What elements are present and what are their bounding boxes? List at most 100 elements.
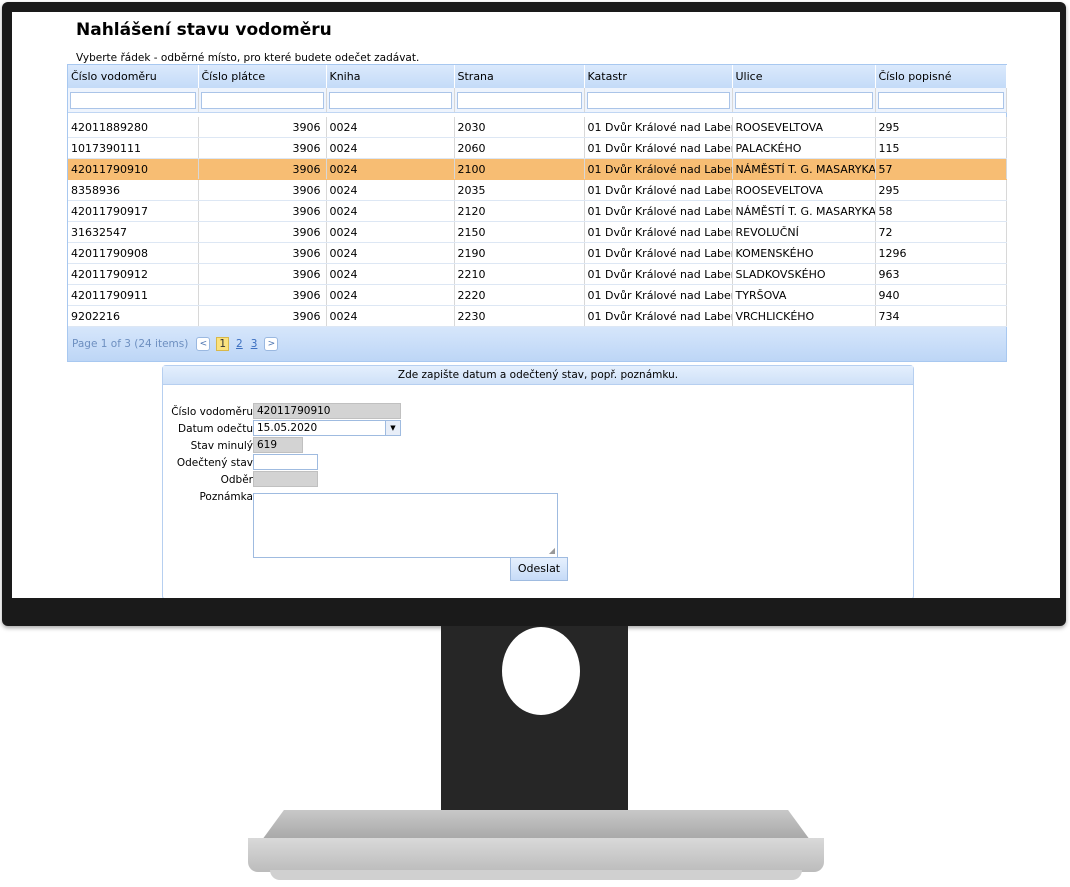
cell-cislo: 42011790917 bbox=[68, 200, 199, 222]
cell-platce: 3906 bbox=[198, 263, 327, 285]
cell-cislo: 42011889280 bbox=[68, 117, 199, 138]
cell-strana: 2210 bbox=[454, 263, 585, 285]
column-filter-input[interactable] bbox=[877, 91, 1004, 109]
table-row[interactable]: 9202216 3906 0024 2230 01 Dvůr Králové nad L… bbox=[68, 305, 1007, 327]
cell-katastr: 01 Dvůr Králové nad Labem bbox=[584, 200, 733, 222]
cell-popisne: 295 bbox=[875, 179, 1007, 201]
cell-popisne: 57 bbox=[875, 158, 1007, 180]
cell-platce: 3906 bbox=[198, 137, 327, 159]
pager-next-button[interactable]: > bbox=[264, 337, 279, 351]
pager-page-current[interactable]: 1 bbox=[216, 337, 230, 351]
column-header[interactable]: Katastr bbox=[584, 65, 733, 88]
cell-ulice: ROOSEVELTOVA bbox=[732, 117, 876, 138]
monitor-stand-base-front bbox=[248, 838, 824, 872]
cell-katastr: 01 Dvůr Králové nad Labem bbox=[584, 221, 733, 243]
table-row[interactable]: 42011790912 3906 0024 2210 01 Dvůr Králové n… bbox=[68, 263, 1007, 285]
resize-grip-icon[interactable]: ◢ bbox=[549, 546, 555, 555]
label-poznamka: Poznámka bbox=[199, 491, 253, 503]
column-header[interactable]: Číslo popisné bbox=[875, 65, 1007, 88]
cell-popisne: 734 bbox=[875, 305, 1007, 327]
screen: Nahlášení stavu vodoměru Vyberte řádek -… bbox=[12, 12, 1060, 598]
cell-ulice: TYRŠOVA bbox=[732, 284, 876, 306]
table-row[interactable]: 1017390111 3906 0024 2060 01 Dvůr Králové na… bbox=[68, 137, 1007, 159]
cell-ulice: REVOLUČNÍ bbox=[732, 221, 876, 243]
chevron-left-icon: < bbox=[199, 339, 208, 349]
cell-cislo: 42011790911 bbox=[68, 284, 199, 306]
pager-summary: Page 1 of 3 (24 items) bbox=[72, 338, 189, 350]
cislo-vodomeru-field: 42011790910 bbox=[253, 403, 401, 419]
meter-grid: Číslo vodoměru Číslo plátce Kniha Strana Kat… bbox=[67, 64, 1007, 362]
column-header[interactable]: Číslo vodoměru bbox=[68, 65, 199, 88]
column-filter-input[interactable] bbox=[456, 91, 582, 109]
poznamka-textarea[interactable]: ◢ bbox=[253, 493, 558, 558]
column-filter-input[interactable] bbox=[586, 91, 730, 109]
cell-strana: 2030 bbox=[454, 117, 585, 138]
cell-cislo: 42011790908 bbox=[68, 242, 199, 264]
cell-strana: 2035 bbox=[454, 179, 585, 201]
cell-platce: 3906 bbox=[198, 200, 327, 222]
pager-page-3[interactable]: 3 bbox=[251, 338, 258, 350]
filter-row bbox=[68, 88, 1007, 113]
cell-katastr: 01 Dvůr Králové nad Labem bbox=[584, 242, 733, 264]
cell-kniha: 0024 bbox=[326, 221, 455, 243]
cell-cislo: 42011790912 bbox=[68, 263, 199, 285]
cell-strana: 2100 bbox=[454, 158, 585, 180]
column-filter-input[interactable] bbox=[70, 91, 196, 109]
column-header[interactable]: Kniha bbox=[326, 65, 455, 88]
cell-popisne: 295 bbox=[875, 117, 1007, 138]
cell-katastr: 01 Dvůr Králové nad Labem bbox=[584, 263, 733, 285]
label-cislo-vodomeru: Číslo vodoměru bbox=[171, 406, 253, 418]
monitor-bezel: Nahlášení stavu vodoměru Vyberte řádek -… bbox=[2, 2, 1066, 626]
cell-platce: 3906 bbox=[198, 242, 327, 264]
table-row[interactable]: 8358936 3906 0024 2035 01 Dvůr Králové nad L… bbox=[68, 179, 1007, 201]
cell-platce: 3906 bbox=[198, 305, 327, 327]
column-header[interactable]: Strana bbox=[454, 65, 585, 88]
cell-popisne: 72 bbox=[875, 221, 1007, 243]
cell-katastr: 01 Dvůr Králové nad Labem bbox=[584, 179, 733, 201]
submit-button[interactable]: Odeslat bbox=[510, 557, 568, 581]
cell-popisne: 963 bbox=[875, 263, 1007, 285]
table-row[interactable]: 42011790917 3906 0024 2120 01 Dvůr Králové n… bbox=[68, 200, 1007, 222]
pager-page-2[interactable]: 2 bbox=[236, 338, 243, 350]
cell-ulice: NÁMĚSTÍ T. G. MASARYKA bbox=[732, 200, 876, 222]
form-header: Zde zapište datum a odečtený stav, popř.… bbox=[163, 366, 913, 385]
monitor-stand-base-shadow bbox=[270, 870, 802, 880]
cell-kniha: 0024 bbox=[326, 263, 455, 285]
cell-strana: 2230 bbox=[454, 305, 585, 327]
cell-popisne: 940 bbox=[875, 284, 1007, 306]
stand-cable-hole bbox=[502, 627, 580, 715]
cell-ulice: PALACKÉHO bbox=[732, 137, 876, 159]
cell-platce: 3906 bbox=[198, 284, 327, 306]
cell-kniha: 0024 bbox=[326, 137, 455, 159]
datum-odectu-dropdown[interactable]: 15.05.2020 ▼ bbox=[253, 420, 401, 436]
chevron-down-icon[interactable]: ▼ bbox=[385, 421, 400, 435]
table-row[interactable]: 42011790910 3906 0024 2100 01 Dvůr Králové n… bbox=[68, 158, 1007, 180]
table-row[interactable]: 31632547 3906 0024 2150 01 Dvůr Králové nad … bbox=[68, 221, 1007, 243]
cell-ulice: KOMENSKÉHO bbox=[732, 242, 876, 264]
cell-kniha: 0024 bbox=[326, 117, 455, 138]
cell-strana: 2150 bbox=[454, 221, 585, 243]
column-header[interactable]: Číslo plátce bbox=[198, 65, 327, 88]
cell-ulice: VRCHLICKÉHO bbox=[732, 305, 876, 327]
datum-odectu-value: 15.05.2020 bbox=[257, 422, 318, 434]
cell-cislo: 31632547 bbox=[68, 221, 199, 243]
column-filter-input[interactable] bbox=[328, 91, 452, 109]
cell-katastr: 01 Dvůr Králové nad Labem bbox=[584, 284, 733, 306]
column-filter-input[interactable] bbox=[734, 91, 873, 109]
cell-strana: 2120 bbox=[454, 200, 585, 222]
table-row[interactable]: 42011889280 3906 0024 2030 01 Dvůr Králové n… bbox=[68, 117, 1007, 138]
column-filter-input[interactable] bbox=[200, 91, 324, 109]
table-row[interactable]: 42011790911 3906 0024 2220 01 Dvůr Králové n… bbox=[68, 284, 1007, 306]
monitor-stand-base bbox=[262, 810, 810, 840]
cell-strana: 2060 bbox=[454, 137, 585, 159]
cell-platce: 3906 bbox=[198, 179, 327, 201]
odecteny-stav-input[interactable] bbox=[253, 454, 318, 470]
label-odecteny-stav: Odečtený stav bbox=[176, 457, 253, 469]
table-row[interactable]: 42011790908 3906 0024 2190 01 Dvůr Králové n… bbox=[68, 242, 1007, 264]
pager-prev-button[interactable]: < bbox=[196, 337, 211, 351]
cell-katastr: 01 Dvůr Králové nad Labem bbox=[584, 158, 733, 180]
stav-minuly-field: 619 bbox=[253, 437, 303, 453]
cell-kniha: 0024 bbox=[326, 305, 455, 327]
column-header[interactable]: Ulice bbox=[732, 65, 876, 88]
cell-katastr: 01 Dvůr Králové nad Labem bbox=[584, 305, 733, 327]
